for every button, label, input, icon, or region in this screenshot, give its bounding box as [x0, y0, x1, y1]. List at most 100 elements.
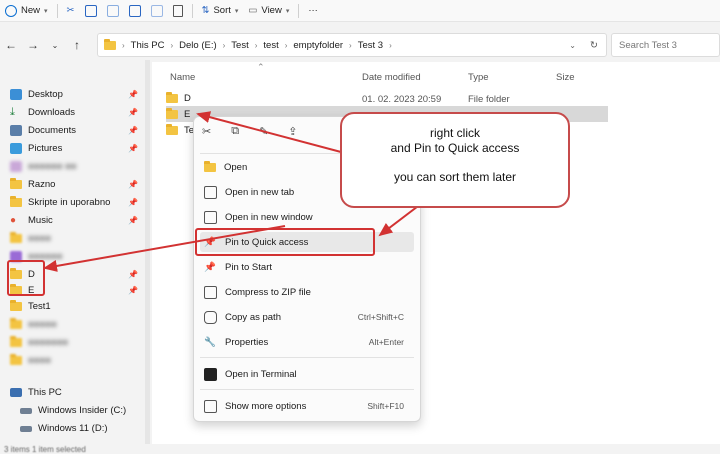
zip-icon — [204, 285, 217, 299]
folder-icon — [104, 38, 116, 50]
breadcrumb-this-pc[interactable]: This PC — [131, 40, 165, 51]
rename-icon[interactable]: ✎ — [259, 125, 268, 138]
blurred-icon — [10, 161, 22, 172]
paste-button[interactable] — [102, 2, 124, 20]
refresh-icon[interactable]: ↻ — [590, 40, 598, 51]
menu-item-pin-start[interactable]: 📌 Pin to Start — [200, 257, 414, 277]
pin-icon: 📌 — [128, 216, 138, 225]
pin-icon: 📌 — [128, 198, 138, 207]
sidebar-item-pictures[interactable]: Pictures 📌 — [10, 140, 142, 157]
sidebar-item-razno[interactable]: Razno 📌 — [10, 176, 142, 193]
new-tab-icon — [204, 185, 217, 199]
breadcrumb-emptyfolder[interactable]: emptyfolder — [293, 40, 343, 51]
breadcrumb-test-lower[interactable]: test — [263, 40, 278, 51]
share-icon — [150, 4, 163, 17]
menu-item-open-terminal[interactable]: Open in Terminal — [200, 364, 414, 384]
toolbar-divider — [298, 3, 300, 18]
menu-divider — [200, 357, 414, 358]
chevron-right-icon: › — [122, 40, 125, 50]
folder-icon — [10, 300, 22, 311]
folder-icon — [166, 124, 178, 135]
instruction-callout: right click and Pin to Quick access you … — [340, 112, 570, 208]
breadcrumb-test[interactable]: Test — [231, 40, 248, 51]
command-bar: New ▾ ✂ ⇅ Sort ▾ ▭ View ▾ ··· — [0, 0, 720, 22]
sidebar-item-music[interactable]: ● Music 📌 — [10, 212, 142, 229]
new-icon — [5, 4, 17, 17]
column-header-size[interactable]: Size — [556, 72, 574, 86]
copy-path-icon — [204, 310, 217, 324]
address-bar[interactable]: › This PC › Delo (E:) › Test › test › em… — [97, 33, 607, 57]
sort-icon: ⇅ — [201, 5, 210, 16]
rename-button[interactable] — [124, 2, 146, 20]
pin-icon: 📌 — [128, 270, 138, 279]
sidebar-item-blurred-4[interactable]: ●●●●● — [10, 316, 142, 333]
menu-item-compress-zip[interactable]: Compress to ZIP file — [200, 282, 414, 302]
terminal-icon — [204, 367, 217, 381]
folder-icon — [10, 178, 22, 189]
pin-icon: 📌 — [128, 108, 138, 117]
menu-item-properties[interactable]: 🔧 Properties Alt+Enter — [200, 332, 414, 352]
row-name: D — [184, 93, 191, 104]
sidebar-item-drive-c[interactable]: Windows Insider (C:) — [20, 402, 152, 419]
table-row[interactable]: Te — [166, 122, 194, 139]
sidebar-item-this-pc[interactable]: This PC — [10, 384, 142, 401]
folder-icon — [10, 318, 22, 329]
new-window-icon — [204, 210, 217, 224]
forward-arrow-icon[interactable]: → — [22, 38, 44, 52]
chevron-right-icon: › — [222, 40, 226, 50]
folder-icon — [10, 354, 22, 365]
pin-icon: 📌 — [204, 261, 216, 273]
menu-item-open-new-window[interactable]: Open in new window — [200, 207, 414, 227]
sidebar-item-blurred-6[interactable]: ●●●● — [10, 352, 142, 369]
more-options-button[interactable]: ··· — [303, 2, 323, 20]
sidebar-item-blurred[interactable]: ●●●●●● ●● — [10, 158, 142, 175]
column-header-date[interactable]: Date modified — [362, 72, 421, 86]
pin-icon: 📌 — [128, 286, 138, 295]
back-arrow-icon[interactable]: ← — [0, 38, 22, 52]
view-button[interactable]: ▭ View ▾ — [243, 2, 294, 20]
recent-chevron-icon[interactable]: ⌄ — [44, 41, 66, 50]
sidebar-item-desktop[interactable]: Desktop 📌 — [10, 86, 142, 103]
copy-icon[interactable]: ⧉ — [231, 125, 239, 138]
cut-icon: ✂ — [66, 5, 75, 16]
pin-icon: 📌 — [128, 90, 138, 99]
pin-icon: 📌 — [128, 126, 138, 135]
sidebar-item-blurred-5[interactable]: ●●●●●●● — [10, 334, 142, 351]
cut-icon[interactable]: ✂ — [202, 125, 211, 138]
table-row[interactable]: D — [166, 90, 191, 107]
blurred-label: ●●●● — [28, 355, 51, 366]
share-icon[interactable]: ⇪ — [288, 125, 297, 138]
sidebar-item-skripte[interactable]: Skripte in uporabno 📌 — [10, 194, 142, 211]
new-button[interactable]: New ▾ — [0, 2, 53, 20]
music-icon: ● — [10, 215, 17, 226]
chevron-down-icon: ▾ — [285, 7, 290, 15]
search-input[interactable]: Search Test 3 — [611, 33, 720, 57]
cut-button[interactable]: ✂ — [62, 2, 80, 20]
blurred-label: ●●●●●●● — [28, 337, 69, 348]
sidebar-item-drive-d[interactable]: Windows 11 (D:) — [20, 420, 152, 437]
sidebar-item-documents[interactable]: Documents 📌 — [10, 122, 142, 139]
up-arrow-icon[interactable]: ↑ — [66, 38, 88, 52]
row-date: 01. 02. 2023 20:59 — [362, 94, 442, 105]
share-button[interactable] — [146, 2, 168, 20]
table-row[interactable]: E — [166, 106, 190, 123]
breadcrumb-delo[interactable]: Delo (E:) — [179, 40, 216, 51]
column-header-name[interactable]: Name — [170, 72, 195, 86]
sidebar-scrollbar[interactable] — [145, 60, 150, 444]
sidebar-item-test1[interactable]: Test1 — [10, 298, 142, 315]
folder-icon — [10, 232, 22, 243]
sort-button[interactable]: ⇅ Sort ▾ — [197, 2, 244, 20]
sidebar-item-blurred-2[interactable]: ●●●● — [10, 230, 142, 247]
row-type: File folder — [468, 94, 510, 105]
delete-button[interactable] — [168, 2, 188, 20]
menu-item-copy-as-path[interactable]: Copy as path Ctrl+Shift+C — [200, 307, 414, 327]
address-dropdown-icon[interactable]: ⌄ — [569, 41, 576, 50]
copy-button[interactable] — [80, 2, 102, 20]
breadcrumb-test-3[interactable]: Test 3 — [358, 40, 383, 51]
chevron-down-icon: ▾ — [44, 7, 48, 15]
column-header-type[interactable]: Type — [468, 72, 489, 86]
sidebar-item-downloads[interactable]: ⤓ Downloads 📌 — [10, 104, 142, 121]
menu-item-show-more-options[interactable]: Show more options Shift+F10 — [200, 396, 414, 416]
rename-icon — [128, 4, 141, 17]
more-options-icon — [204, 399, 217, 413]
